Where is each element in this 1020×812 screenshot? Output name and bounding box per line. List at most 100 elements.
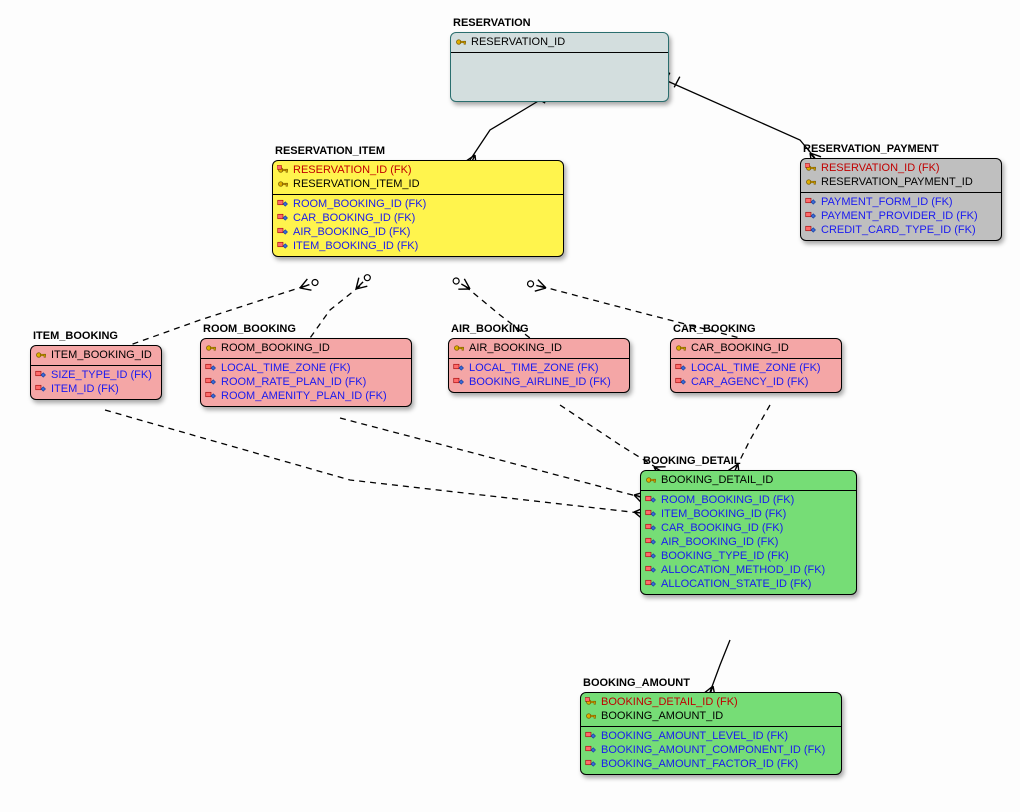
attr-text: CREDIT_CARD_TYPE_ID (FK) bbox=[821, 224, 976, 236]
fk-icon bbox=[675, 362, 687, 374]
attr-text: ROOM_BOOKING_ID (FK) bbox=[293, 198, 426, 210]
attr-text: BOOKING_DETAIL_ID bbox=[661, 474, 773, 486]
attr-row: CAR_BOOKING_ID (FK) bbox=[645, 521, 852, 535]
attr-row: ALLOCATION_METHOD_ID (FK) bbox=[645, 563, 852, 577]
fk-icon bbox=[453, 362, 465, 374]
attr-text: ALLOCATION_STATE_ID (FK) bbox=[661, 578, 811, 590]
attr-row: CREDIT_CARD_TYPE_ID (FK) bbox=[805, 223, 997, 237]
attr-text: BOOKING_AMOUNT_ID bbox=[601, 710, 723, 722]
attr-text: AIR_BOOKING_ID (FK) bbox=[293, 226, 410, 238]
attr-text: ROOM_BOOKING_ID (FK) bbox=[661, 494, 794, 506]
attr-row: ITEM_BOOKING_ID (FK) bbox=[645, 507, 852, 521]
entity-title: RESERVATION_PAYMENT bbox=[803, 143, 939, 155]
attr-text: BOOKING_DETAIL_ID (FK) bbox=[601, 696, 738, 708]
pk-icon bbox=[675, 342, 687, 354]
pk-section: ROOM_BOOKING_ID bbox=[201, 339, 411, 358]
attr-section: ROOM_BOOKING_ID (FK)CAR_BOOKING_ID (FK)A… bbox=[273, 194, 563, 256]
fk-icon bbox=[277, 198, 289, 210]
attr-row: AIR_BOOKING_ID (FK) bbox=[645, 535, 852, 549]
entity-booking-amount[interactable]: BOOKING_AMOUNT BOOKING_DETAIL_ID (FK)BOO… bbox=[580, 692, 842, 775]
attr-row: PAYMENT_FORM_ID (FK) bbox=[805, 195, 997, 209]
entity-reservation-payment[interactable]: RESERVATION_PAYMENT RESERVATION_ID (FK)R… bbox=[800, 158, 1002, 241]
pk-icon bbox=[805, 176, 817, 188]
pk-icon bbox=[277, 178, 289, 190]
attr-text: SIZE_TYPE_ID (FK) bbox=[51, 369, 152, 381]
attr-text: RESERVATION_ITEM_ID bbox=[293, 178, 420, 190]
fk-icon bbox=[805, 210, 817, 222]
entity-reservation-item[interactable]: RESERVATION_ITEM RESERVATION_ID (FK)RESE… bbox=[272, 160, 564, 257]
attr-row: SIZE_TYPE_ID (FK) bbox=[35, 368, 157, 382]
er-diagram-canvas: RESERVATION RESERVATION_ID RESERVATION_P… bbox=[0, 0, 1020, 812]
attr-text: LOCAL_TIME_ZONE (FK) bbox=[469, 362, 599, 374]
attr-text: PAYMENT_FORM_ID (FK) bbox=[821, 196, 953, 208]
attr-row: LOCAL_TIME_ZONE (FK) bbox=[675, 361, 837, 375]
attr-section: ROOM_BOOKING_ID (FK)ITEM_BOOKING_ID (FK)… bbox=[641, 490, 856, 594]
attr-row: BOOKING_AMOUNT_FACTOR_ID (FK) bbox=[585, 757, 837, 771]
attr-text: BOOKING_AMOUNT_COMPONENT_ID (FK) bbox=[601, 744, 825, 756]
fk-icon bbox=[805, 196, 817, 208]
attr-text: RESERVATION_PAYMENT_ID bbox=[821, 176, 973, 188]
attr-row: ROOM_BOOKING_ID (FK) bbox=[277, 197, 559, 211]
fk-icon bbox=[645, 494, 657, 506]
pkfk-icon bbox=[805, 162, 817, 174]
pkfk-icon bbox=[277, 164, 289, 176]
fk-icon bbox=[35, 383, 47, 395]
entity-title: ROOM_BOOKING bbox=[203, 323, 296, 335]
entity-car-booking[interactable]: CAR_BOOKING CAR_BOOKING_ID LOCAL_TIME_ZO… bbox=[670, 338, 842, 393]
attr-text: BOOKING_AMOUNT_FACTOR_ID (FK) bbox=[601, 758, 798, 770]
pk-icon bbox=[205, 342, 217, 354]
attr-text: AIR_BOOKING_ID bbox=[469, 342, 562, 354]
attr-section: BOOKING_AMOUNT_LEVEL_ID (FK) BOOKING_AMOU… bbox=[581, 726, 841, 774]
pk-icon bbox=[455, 36, 467, 48]
attr-row: RESERVATION_ID bbox=[455, 35, 664, 49]
pk-icon bbox=[645, 474, 657, 486]
entity-reservation[interactable]: RESERVATION RESERVATION_ID bbox=[450, 32, 669, 102]
pk-section: RESERVATION_ID (FK)RESERVATION_ITEM_ID bbox=[273, 161, 563, 194]
attr-text: PAYMENT_PROVIDER_ID (FK) bbox=[821, 210, 978, 222]
attr-row: ROOM_BOOKING_ID bbox=[205, 341, 407, 355]
entity-booking-detail[interactable]: BOOKING_DETAIL BOOKING_DETAIL_ID ROOM_BO… bbox=[640, 470, 857, 595]
attr-text: AIR_BOOKING_ID (FK) bbox=[661, 536, 778, 548]
fk-icon bbox=[645, 522, 657, 534]
attr-section bbox=[451, 52, 668, 94]
attr-text: ALLOCATION_METHOD_ID (FK) bbox=[661, 564, 825, 576]
fk-icon bbox=[675, 376, 687, 388]
entity-title: ITEM_BOOKING bbox=[33, 330, 118, 342]
pk-icon bbox=[35, 349, 47, 361]
attr-text: LOCAL_TIME_ZONE (FK) bbox=[691, 362, 821, 374]
attr-row: RESERVATION_ITEM_ID bbox=[277, 177, 559, 191]
attr-row: ITEM_BOOKING_ID bbox=[35, 348, 157, 362]
fk-icon bbox=[645, 550, 657, 562]
attr-text: CAR_AGENCY_ID (FK) bbox=[691, 376, 808, 388]
pk-section: BOOKING_DETAIL_ID bbox=[641, 471, 856, 490]
attr-row: BOOKING_AMOUNT_ID bbox=[585, 709, 837, 723]
attr-text: ROOM_RATE_PLAN_ID (FK) bbox=[221, 376, 366, 388]
attr-text: BOOKING_AIRLINE_ID (FK) bbox=[469, 376, 611, 388]
attr-text: BOOKING_TYPE_ID (FK) bbox=[661, 550, 789, 562]
attr-row: CAR_AGENCY_ID (FK) bbox=[675, 375, 837, 389]
fk-icon bbox=[205, 362, 217, 374]
entity-air-booking[interactable]: AIR_BOOKING AIR_BOOKING_ID LOCAL_TIME_ZO… bbox=[448, 338, 630, 393]
attr-text: BOOKING_AMOUNT_LEVEL_ID (FK) bbox=[601, 730, 788, 742]
attr-row: AIR_BOOKING_ID bbox=[453, 341, 625, 355]
attr-text: CAR_BOOKING_ID bbox=[691, 342, 789, 354]
attr-row: LOCAL_TIME_ZONE (FK) bbox=[205, 361, 407, 375]
entity-room-booking[interactable]: ROOM_BOOKING ROOM_BOOKING_ID LOCAL_TIME_… bbox=[200, 338, 412, 407]
attr-text: ROOM_BOOKING_ID bbox=[221, 342, 330, 354]
entity-title: BOOKING_AMOUNT bbox=[583, 677, 690, 689]
attr-row: BOOKING_AMOUNT_LEVEL_ID (FK) bbox=[585, 729, 837, 743]
attr-row: BOOKING_AMOUNT_COMPONENT_ID (FK) bbox=[585, 743, 837, 757]
attr-section: SIZE_TYPE_ID (FK)ITEM_ID (FK) bbox=[31, 365, 161, 399]
fk-icon bbox=[205, 376, 217, 388]
attr-section: PAYMENT_FORM_ID (FK) PAYMENT_PROVIDER_ID … bbox=[801, 192, 1001, 240]
attr-row: BOOKING_TYPE_ID (FK) bbox=[645, 549, 852, 563]
attr-text: ITEM_BOOKING_ID bbox=[51, 349, 152, 361]
attr-row: ITEM_ID (FK) bbox=[35, 382, 157, 396]
attr-row: ROOM_BOOKING_ID (FK) bbox=[645, 493, 852, 507]
fk-icon bbox=[277, 212, 289, 224]
attr-section: LOCAL_TIME_ZONE (FK) CAR_AGENCY_ID (FK) bbox=[671, 358, 841, 392]
attr-row: BOOKING_DETAIL_ID (FK) bbox=[585, 695, 837, 709]
attr-text: CAR_BOOKING_ID (FK) bbox=[661, 522, 783, 534]
entity-item-booking[interactable]: ITEM_BOOKING ITEM_BOOKING_ID SIZE_TYPE_I… bbox=[30, 345, 162, 400]
entity-title: RESERVATION bbox=[453, 17, 531, 29]
